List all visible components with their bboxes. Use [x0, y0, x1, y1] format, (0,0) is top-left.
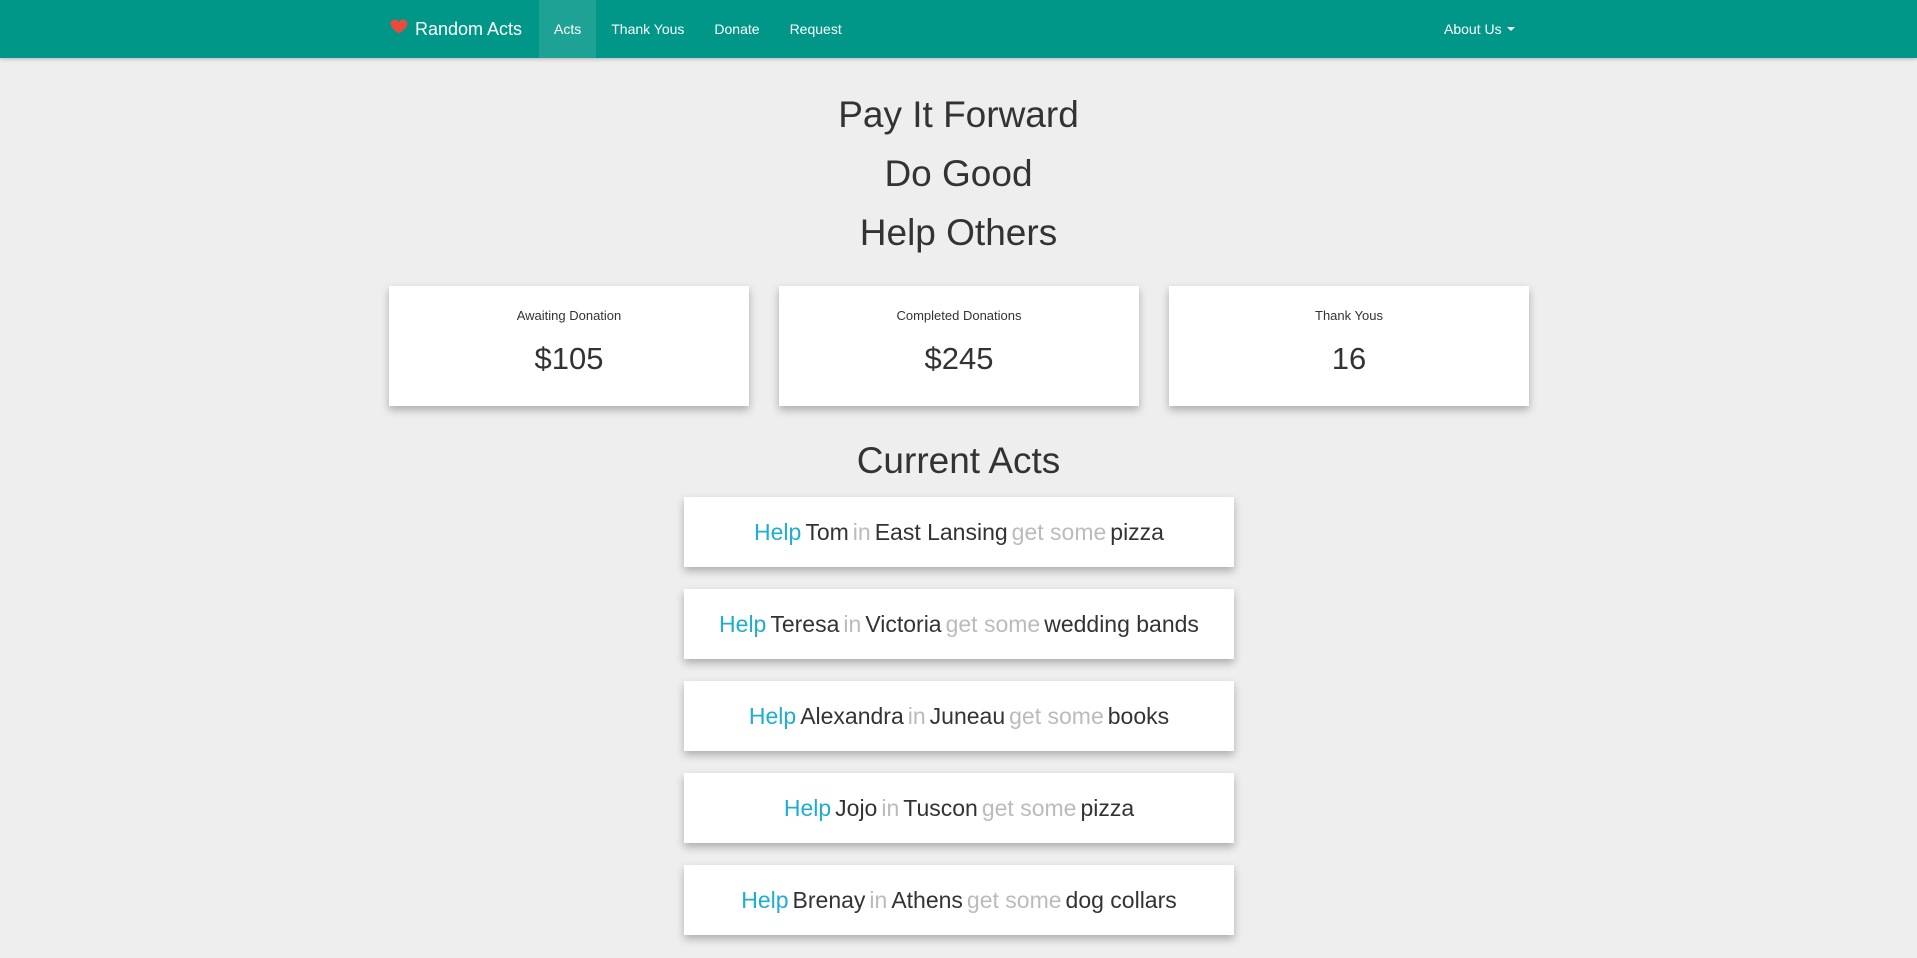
- act-person-name: Jojo: [835, 794, 878, 821]
- act-item: wedding bands: [1044, 610, 1199, 637]
- act-in-word: in: [907, 702, 926, 729]
- top-navbar: Random Acts Acts Thank Yous Donate Reque…: [0, 0, 1917, 58]
- stat-card-awaiting-donation: Awaiting Donation $105: [389, 286, 749, 406]
- act-card[interactable]: Help Brenay in Athens get some dog colla…: [684, 865, 1234, 935]
- stat-value: $105: [534, 341, 604, 376]
- act-person-name: Alexandra: [800, 702, 904, 729]
- brand-name: Random Acts: [415, 18, 523, 39]
- act-in-word: in: [852, 518, 871, 545]
- stat-card-thank-yous: Thank Yous 16: [1169, 286, 1529, 406]
- act-city: Tuscon: [903, 794, 978, 821]
- act-person-name: Tom: [805, 518, 849, 545]
- hero-line-help-others: Help Others: [859, 212, 1058, 253]
- stat-card-completed-donations: Completed Donations $245: [779, 286, 1139, 406]
- act-in-word: in: [869, 886, 888, 913]
- act-card[interactable]: Help Alexandra in Juneau get some books: [684, 681, 1234, 751]
- hero-line-do-good: Do Good: [884, 153, 1033, 194]
- nav-links: Acts Thank Yous Donate Request: [539, 0, 857, 58]
- stat-label: Completed Donations: [896, 308, 1022, 323]
- nav-link-thank-yous[interactable]: Thank Yous: [596, 0, 699, 58]
- act-item: pizza: [1110, 518, 1164, 545]
- act-in-word: in: [881, 794, 900, 821]
- nav-link-acts[interactable]: Acts: [539, 0, 597, 58]
- act-help-word: Help: [783, 794, 832, 821]
- act-help-word: Help: [741, 886, 789, 913]
- act-card[interactable]: Help Jojo in Tuscon get some pizza: [684, 773, 1234, 843]
- nav-link-donate[interactable]: Donate: [699, 0, 774, 58]
- current-acts-title: Current Acts: [856, 440, 1061, 481]
- act-card[interactable]: Help Teresa in Victoria get some wedding…: [684, 589, 1234, 659]
- act-item: pizza: [1080, 794, 1135, 821]
- brand-link[interactable]: Random Acts: [389, 0, 522, 58]
- act-city: Athens: [891, 886, 963, 913]
- act-get-some-words: get some: [981, 794, 1077, 821]
- act-in-word: in: [843, 610, 862, 637]
- act-city: Juneau: [929, 702, 1006, 729]
- caret-down-icon: [1506, 27, 1515, 31]
- act-get-some-words: get some: [1009, 702, 1104, 729]
- act-city: Victoria: [865, 610, 942, 637]
- act-help-word: Help: [754, 518, 802, 545]
- nav-link-request[interactable]: Request: [775, 0, 857, 58]
- act-card[interactable]: Help Tom in East Lansing get some pizza: [684, 497, 1234, 567]
- stat-value: $245: [924, 341, 994, 376]
- about-us-dropdown[interactable]: About Us: [1429, 0, 1530, 58]
- act-get-some-words: get some: [1011, 518, 1107, 545]
- stat-value: 16: [1331, 341, 1367, 376]
- act-city: East Lansing: [874, 518, 1008, 545]
- stat-label: Awaiting Donation: [516, 308, 622, 323]
- act-person-name: Teresa: [770, 610, 840, 637]
- about-us-label: About Us: [1444, 21, 1502, 37]
- act-help-word: Help: [748, 702, 797, 729]
- act-item: books: [1107, 702, 1170, 729]
- heart-icon: [390, 19, 408, 34]
- act-help-word: Help: [719, 610, 767, 637]
- act-person-name: Brenay: [792, 886, 866, 913]
- hero-line-pay-it-forward: Pay It Forward: [838, 94, 1079, 135]
- stat-label: Thank Yous: [1315, 308, 1383, 323]
- act-item: dog collars: [1065, 886, 1177, 913]
- act-get-some-words: get some: [945, 610, 1041, 637]
- act-get-some-words: get some: [966, 886, 1062, 913]
